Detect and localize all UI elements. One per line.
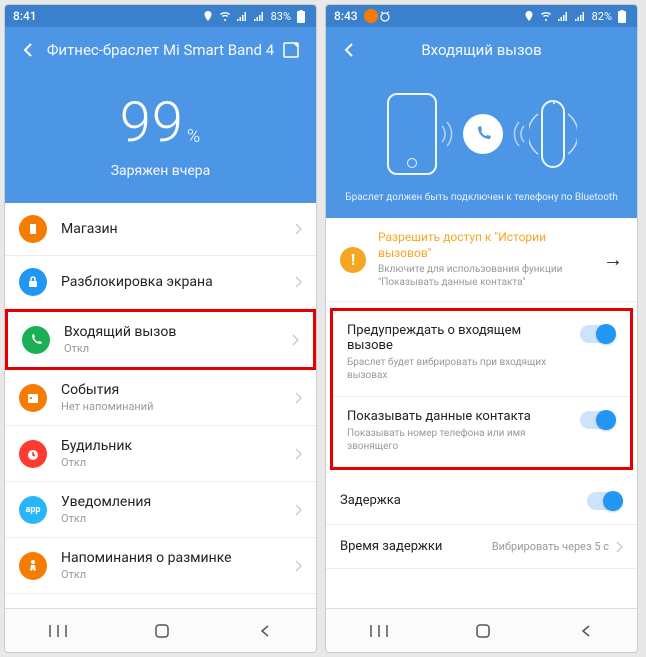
page-header: Фитнес-браслет Mi Smart Band 4: [5, 27, 316, 75]
signal-icon: [556, 9, 570, 23]
status-bar: 8:43 82%: [326, 5, 637, 27]
permission-banner[interactable]: ! Разрешить доступ к "Истории вызовов" В…: [326, 218, 637, 302]
screen-incoming-call-settings: 8:43 82% Входящий вызов Бр: [325, 4, 638, 653]
signal-icon-2: [252, 9, 266, 23]
signal-icon-2: [573, 9, 587, 23]
arrow-right-icon: →: [603, 247, 623, 272]
warning-icon: !: [340, 247, 366, 273]
store-icon: [19, 215, 47, 243]
chevron-right-icon: [291, 333, 299, 347]
charge-status: Заряжен вчера: [5, 163, 316, 179]
hero-footer-text: Браслет должен быть подключен к телефону…: [338, 191, 625, 204]
toggle-switch[interactable]: [580, 325, 616, 343]
chevron-right-icon: [294, 391, 302, 405]
phone-device-icon: [387, 93, 437, 175]
chevron-right-icon: [294, 503, 302, 517]
highlighted-settings: Предупреждать о входящем вызове Браслет …: [330, 308, 633, 470]
chevron-right-icon: [294, 222, 302, 236]
home-button[interactable]: [474, 622, 492, 640]
band-device-icon: [541, 100, 565, 168]
signal-icon: [235, 9, 249, 23]
app-icon: app: [19, 496, 47, 524]
status-icons: 82%: [522, 9, 629, 23]
list-item-alarm[interactable]: Будильник Откл: [5, 426, 316, 482]
wave-icon: [437, 114, 459, 154]
list-item-notifications[interactable]: app Уведомления Откл: [5, 482, 316, 538]
setting-delay[interactable]: Задержка: [326, 476, 637, 525]
clock: 8:43: [334, 9, 358, 23]
android-navbar: [5, 608, 316, 652]
wifi-icon: [539, 9, 553, 23]
activity-icon: [19, 552, 47, 580]
location-icon: [201, 9, 215, 23]
alarm-status-icon: [378, 9, 392, 23]
battery-percent: 99 %: [120, 89, 201, 155]
battery-icon: [615, 9, 629, 23]
list-item-unlock[interactable]: Разблокировка экрана: [5, 256, 316, 309]
call-icon: [463, 114, 503, 154]
recents-button[interactable]: [369, 623, 389, 639]
list-item-idle-reminder[interactable]: Напоминания о разминке Откл: [5, 538, 316, 594]
page-title: Фитнес-браслет Mi Smart Band 4: [39, 41, 282, 61]
back-button[interactable]: [257, 623, 273, 639]
status-icons: 83%: [201, 9, 308, 23]
home-button[interactable]: [153, 622, 171, 640]
battery-icon: [294, 9, 308, 23]
setting-alert-incoming[interactable]: Предупреждать о входящем вызове Браслет …: [333, 311, 630, 397]
connection-illustration: Браслет должен быть подключен к телефону…: [326, 75, 637, 218]
chevron-right-icon: [294, 559, 302, 573]
back-button[interactable]: [578, 623, 594, 639]
back-icon[interactable]: [340, 41, 360, 61]
list-item-incoming-call[interactable]: Входящий вызов Откл: [5, 309, 316, 370]
vibration-icon: [565, 99, 577, 169]
page-title: Входящий вызов: [360, 41, 603, 61]
chevron-right-icon: [294, 447, 302, 461]
list-item-store[interactable]: Магазин: [5, 203, 316, 256]
phone-icon: [22, 326, 50, 354]
lock-icon: [19, 268, 47, 296]
battery-text: 83%: [271, 10, 291, 23]
settings-list: ! Разрешить доступ к "Истории вызовов" В…: [326, 218, 637, 608]
wave-icon: [507, 114, 529, 154]
calendar-icon: [19, 384, 47, 412]
list-item-events[interactable]: События Нет напоминаний: [5, 370, 316, 426]
delay-value: Вибрировать через 5 с: [492, 540, 609, 553]
wifi-icon: [218, 9, 232, 23]
setting-show-contact[interactable]: Показывать данные контакта Показывать но…: [333, 397, 630, 467]
notification-dot-icon: [364, 9, 378, 23]
recents-button[interactable]: [48, 623, 68, 639]
chevron-right-icon: [615, 540, 623, 554]
status-bar: 8:41 83%: [5, 5, 316, 27]
battery-hero: 99 % Заряжен вчера: [5, 75, 316, 203]
android-navbar: [326, 608, 637, 652]
setting-delay-time[interactable]: Время задержки Вибрировать через 5 с: [326, 525, 637, 569]
location-icon: [522, 9, 536, 23]
edit-icon[interactable]: [282, 41, 302, 61]
vibration-icon: [529, 99, 541, 169]
screen-device-overview: 8:41 83% Фитнес-браслет Mi Smart Band 4 …: [4, 4, 317, 653]
page-header: Входящий вызов: [326, 27, 637, 75]
clock: 8:41: [13, 9, 37, 23]
back-icon[interactable]: [19, 41, 39, 61]
battery-text: 82%: [592, 10, 612, 23]
feature-list: Магазин Разблокировка экрана Входящий вы…: [5, 203, 316, 608]
chevron-right-icon: [294, 275, 302, 289]
alarm-icon: [19, 440, 47, 468]
toggle-switch[interactable]: [587, 492, 623, 510]
toggle-switch[interactable]: [580, 411, 616, 429]
